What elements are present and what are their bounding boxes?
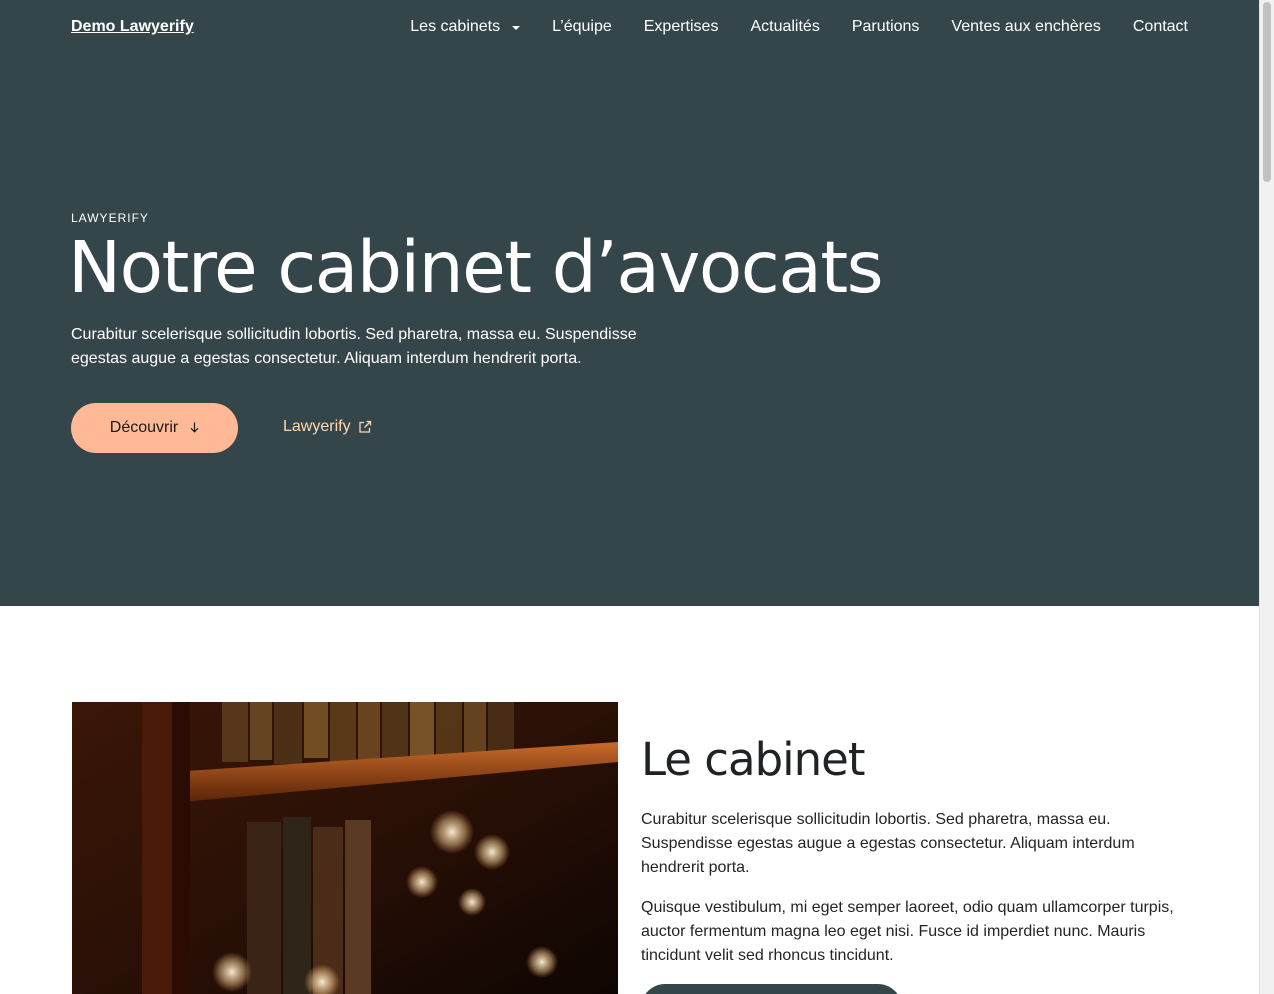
nav-links: Les cabinets L’équipe Expertises Actuali…	[410, 18, 1188, 36]
scrollbar-thumb[interactable]	[1263, 2, 1271, 182]
discover-button[interactable]: Découvrir	[71, 403, 238, 453]
nav-item-parutions[interactable]: Parutions	[852, 18, 920, 36]
nav-item-contact[interactable]: Contact	[1133, 18, 1188, 36]
caret-down-icon	[512, 25, 521, 30]
nav-item-actualites[interactable]: Actualités	[750, 18, 819, 36]
nav-item-cabinets[interactable]: Les cabinets	[410, 18, 521, 36]
hero-eyebrow: LAWYERIFY	[71, 211, 149, 225]
hero-section: Demo Lawyerify Les cabinets L’équipe Exp…	[0, 0, 1259, 606]
page: Demo Lawyerify Les cabinets L’équipe Exp…	[0, 0, 1259, 994]
hero-title: Notre cabinet d’avocats	[68, 226, 884, 309]
nav-item-ventes[interactable]: Ventes aux enchères	[951, 18, 1100, 36]
section-title: Le cabinet	[641, 733, 866, 786]
section-button[interactable]	[641, 984, 902, 994]
external-link-icon	[358, 420, 372, 434]
hero-text: Curabitur scelerisque sollicitudin lobor…	[71, 326, 637, 367]
nav-item-expertises[interactable]: Expertises	[644, 18, 719, 36]
navbar: Demo Lawyerify Les cabinets L’équipe Exp…	[71, 0, 1188, 56]
section-paragraph-1: Curabitur scelerisque sollicitudin lobor…	[641, 811, 1135, 876]
nav-item-equipe[interactable]: L’équipe	[552, 18, 612, 36]
lawyerify-link-label: Lawyerify	[283, 418, 351, 435]
discover-button-label: Découvrir	[109, 419, 179, 436]
bookshelf-photo	[72, 702, 618, 994]
section-paragraph-2: Quisque vestibulum, mi eget semper laore…	[641, 899, 1174, 964]
brand-link[interactable]: Demo Lawyerify	[71, 18, 194, 36]
scrollbar[interactable]	[1259, 0, 1274, 994]
lawyerify-link[interactable]: Lawyerify	[283, 418, 372, 436]
nav-item-label: Les cabinets	[410, 18, 501, 35]
arrow-down-icon	[190, 421, 199, 436]
